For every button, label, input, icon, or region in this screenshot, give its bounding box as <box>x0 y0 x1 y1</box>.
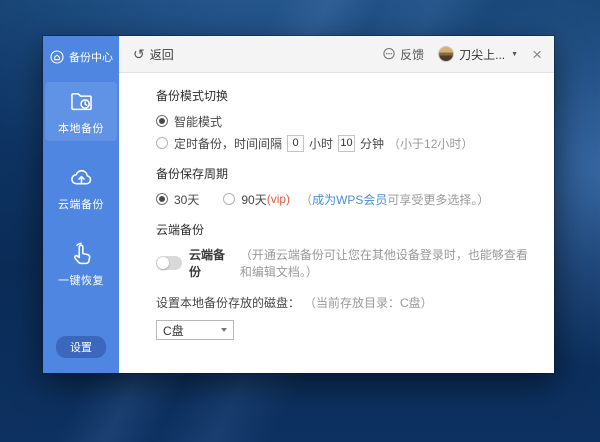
settings-button[interactable]: 设置 <box>56 336 106 358</box>
retention-90-radio[interactable] <box>223 193 236 205</box>
cloud-backup-icon <box>70 169 91 185</box>
become-wps-member-link[interactable]: 成为WPS会员 <box>312 191 387 208</box>
disk-current-note: （当前存放目录：C盘） <box>304 295 433 310</box>
desktop-wallpaper: 备份中心 本地备份 云端备份 一键恢复 设置 ↺ 返回 反馈 刀尖上... ▼ … <box>0 0 600 442</box>
section-cloud-backup: 云端备份 云端备份 （开通云端备份可让您在其他设备登录时，也能够查看和编辑文档。… <box>156 221 536 280</box>
section-title: 备份模式切换 <box>156 89 229 103</box>
select-chevron-icon <box>221 328 227 332</box>
backup-center-icon <box>50 50 64 64</box>
back-label: 返回 <box>149 47 174 62</box>
section-disk: 设置本地备份存放的磁盘： （当前存放目录：C盘） C盘 <box>156 293 536 340</box>
smart-mode-label: 智能模式 <box>174 114 223 129</box>
disk-select-value: C盘 <box>163 323 184 338</box>
section-retention: 备份保存周期 30天 90天 (vip) （ 成为WPS会员 可享受更多选择。） <box>156 165 536 208</box>
chevron-down-icon[interactable]: ▼ <box>511 51 518 58</box>
minutes-input[interactable] <box>338 134 356 152</box>
disk-label-row: 设置本地备份存放的磁盘： （当前存放目录：C盘） <box>156 293 536 311</box>
timed-backup-note: （小于12小时） <box>388 136 474 151</box>
user-avatar[interactable] <box>438 46 455 62</box>
section-backup-mode: 备份模式切换 智能模式 定时备份，时间间隔 小时 分钟 （小于12小时） <box>156 87 536 152</box>
cloud-toggle-row: 云端备份 （开通云端备份可让您在其他设备登录时，也能够查看和编辑文档。） <box>156 246 536 280</box>
cloud-backup-note: （开通云端备份可让您在其他设备登录时，也能够查看和编辑文档。） <box>239 248 528 279</box>
retention-90-label: 90天 <box>241 192 267 207</box>
disk-select[interactable]: C盘 <box>156 320 234 340</box>
sidebar-item-one-click-restore[interactable]: 一键恢复 <box>45 234 117 293</box>
local-backup-icon <box>70 93 92 111</box>
sidebar-item-local-backup[interactable]: 本地备份 <box>45 82 117 141</box>
minutes-unit-label: 分钟 <box>360 136 385 151</box>
retention-note-rest: 可享受更多选择。） <box>387 192 490 207</box>
feedback-bubble-icon <box>383 47 395 60</box>
retention-options-row: 30天 90天 (vip) （ 成为WPS会员 可享受更多选择。） <box>156 190 536 208</box>
timed-backup-radio[interactable] <box>156 137 168 149</box>
backup-center-title: 备份中心 <box>69 52 113 64</box>
toggle-knob <box>157 257 169 269</box>
timed-backup-row: 定时备份，时间间隔 小时 分钟 （小于12小时） <box>156 134 536 152</box>
sidebar-item-label: 一键恢复 <box>58 275 104 287</box>
hours-unit-label: 小时 <box>309 136 334 151</box>
topbar-right: 反馈 刀尖上... ▼ × <box>382 46 542 63</box>
backup-center-logo: 备份中心 <box>49 49 113 65</box>
backup-center-window: 备份中心 本地备份 云端备份 一键恢复 设置 ↺ 返回 反馈 刀尖上... ▼ … <box>43 36 554 373</box>
sidebar-item-label: 本地备份 <box>58 123 104 135</box>
feedback-button[interactable]: 反馈 <box>382 46 424 63</box>
retention-30-label: 30天 <box>174 192 200 207</box>
sidebar: 备份中心 本地备份 云端备份 一键恢复 设置 <box>43 36 119 373</box>
smart-mode-radio[interactable] <box>156 115 168 127</box>
one-click-restore-icon <box>73 242 90 265</box>
section-title: 云端备份 <box>156 223 205 237</box>
feedback-label: 反馈 <box>400 47 425 62</box>
timed-backup-label: 定时备份，时间间隔 <box>174 136 283 151</box>
main-area: ↺ 返回 反馈 刀尖上... ▼ × 备份模式切换 智能模式 定时备份，时间间隔… <box>119 36 554 373</box>
smart-mode-row: 智能模式 <box>156 112 536 130</box>
retention-30-radio[interactable] <box>156 193 168 205</box>
sidebar-item-cloud-backup[interactable]: 云端备份 <box>45 158 117 217</box>
retention-note-open: （ <box>300 192 313 207</box>
back-button[interactable]: ↺ 返回 <box>133 46 174 63</box>
sidebar-item-label: 云端备份 <box>58 199 104 211</box>
cloud-toggle-label: 云端备份 <box>189 248 226 279</box>
back-icon: ↺ <box>133 46 145 62</box>
disk-label: 设置本地备份存放的磁盘： <box>156 295 301 310</box>
username[interactable]: 刀尖上... <box>459 46 505 63</box>
topbar: ↺ 返回 反馈 刀尖上... ▼ × <box>119 36 554 73</box>
settings-content: 备份模式切换 智能模式 定时备份，时间间隔 小时 分钟 （小于12小时） <box>119 73 554 373</box>
cloud-backup-toggle[interactable] <box>156 256 182 270</box>
vip-tag: (vip) <box>266 192 291 206</box>
close-button[interactable]: × <box>532 46 542 63</box>
hours-input[interactable] <box>287 134 305 152</box>
section-title: 备份保存周期 <box>156 167 229 181</box>
